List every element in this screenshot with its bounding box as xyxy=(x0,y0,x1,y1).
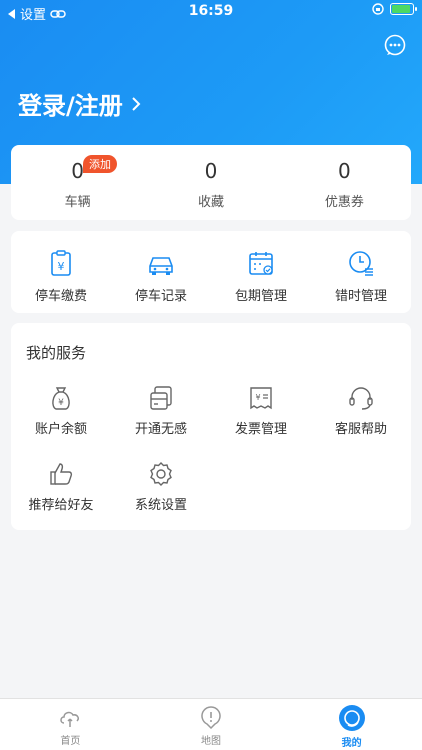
svg-text:¥: ¥ xyxy=(255,393,260,402)
thumbs-up-icon xyxy=(50,463,73,485)
svg-text:¥: ¥ xyxy=(58,260,65,273)
services-title: 我的服务 xyxy=(26,344,87,362)
services-card: 我的服务 ¥ 账户余额 开通无感 ¥ 发票管理 客服帮助 推荐给好友 系统设置 xyxy=(11,323,411,530)
system-settings-button[interactable]: 系统设置 xyxy=(111,461,211,537)
parking-pay-button[interactable]: ¥ 停车缴费 xyxy=(11,231,111,313)
rotation-lock-icon xyxy=(372,3,384,15)
car-icon xyxy=(149,257,173,275)
staggered-time-button[interactable]: 错时管理 xyxy=(311,231,411,313)
message-icon[interactable] xyxy=(384,34,406,56)
stat-label: 车辆 xyxy=(64,195,91,210)
add-vehicle-badge[interactable]: 添加 xyxy=(83,155,117,173)
invoice-icon: ¥ xyxy=(250,387,272,410)
tab-label: 首页 xyxy=(60,736,81,747)
service-label: 发票管理 xyxy=(234,422,287,437)
stat-value: 0 xyxy=(71,159,85,183)
quick-label: 停车记录 xyxy=(134,289,187,304)
home-cloud-icon xyxy=(60,711,80,727)
map-pin-icon xyxy=(201,706,221,729)
customer-service-button[interactable]: 客服帮助 xyxy=(311,385,411,461)
bottom-tab-bar: 首页 地图 我的 xyxy=(0,698,422,750)
quick-actions-card: ¥ 停车缴费 停车记录 包期管理 错时管理 xyxy=(11,231,411,313)
stat-value: 0 xyxy=(204,159,218,183)
profile-icon xyxy=(338,705,365,731)
headset-icon xyxy=(349,387,373,410)
status-time: 16:59 xyxy=(188,3,234,19)
account-balance-button[interactable]: ¥ 账户余额 xyxy=(11,385,111,461)
money-bag-icon: ¥ xyxy=(52,387,70,410)
parking-records-button[interactable]: 停车记录 xyxy=(111,231,211,313)
service-label: 账户余额 xyxy=(34,422,87,437)
stats-card: 0 车辆 添加 0 收藏 0 优惠券 xyxy=(11,145,411,220)
stat-vehicles[interactable]: 0 车辆 添加 xyxy=(11,145,144,220)
period-management-button[interactable]: 包期管理 xyxy=(211,231,311,313)
stat-favorites[interactable]: 0 收藏 xyxy=(144,145,277,220)
service-label: 客服帮助 xyxy=(334,422,387,437)
parking-pay-icon: ¥ xyxy=(51,250,71,276)
stat-label: 收藏 xyxy=(197,195,224,210)
calendar-icon xyxy=(249,252,273,275)
tab-mine[interactable]: 我的 xyxy=(281,699,422,750)
stat-coupons[interactable]: 0 优惠券 xyxy=(278,145,411,220)
quick-label: 停车缴费 xyxy=(34,289,87,304)
chevron-right-icon xyxy=(132,96,141,111)
svg-text:¥: ¥ xyxy=(58,398,64,408)
login-register-link[interactable]: 登录/注册 xyxy=(18,86,141,121)
tab-map[interactable]: 地图 xyxy=(141,699,282,750)
enable-contactless-button[interactable]: 开通无感 xyxy=(111,385,211,461)
service-label: 系统设置 xyxy=(134,498,187,513)
clock-icon xyxy=(349,251,373,276)
tab-label: 我的 xyxy=(341,738,362,749)
invoice-management-button[interactable]: ¥ 发票管理 xyxy=(211,385,311,461)
card-icon xyxy=(150,386,172,410)
quick-label: 包期管理 xyxy=(234,289,287,304)
tab-label: 地图 xyxy=(201,736,221,747)
recommend-friends-button[interactable]: 推荐给好友 xyxy=(11,461,111,537)
service-label: 开通无感 xyxy=(134,422,187,437)
status-bar: 设置 16:59 xyxy=(0,0,422,23)
stat-label: 优惠券 xyxy=(324,195,364,210)
quick-label: 错时管理 xyxy=(334,289,387,304)
stat-value: 0 xyxy=(337,159,351,183)
battery-icon xyxy=(390,3,417,15)
service-label: 推荐给好友 xyxy=(28,498,94,513)
login-label: 登录/注册 xyxy=(18,92,123,120)
settings-icon xyxy=(150,462,172,486)
tab-home[interactable]: 首页 xyxy=(0,699,141,750)
